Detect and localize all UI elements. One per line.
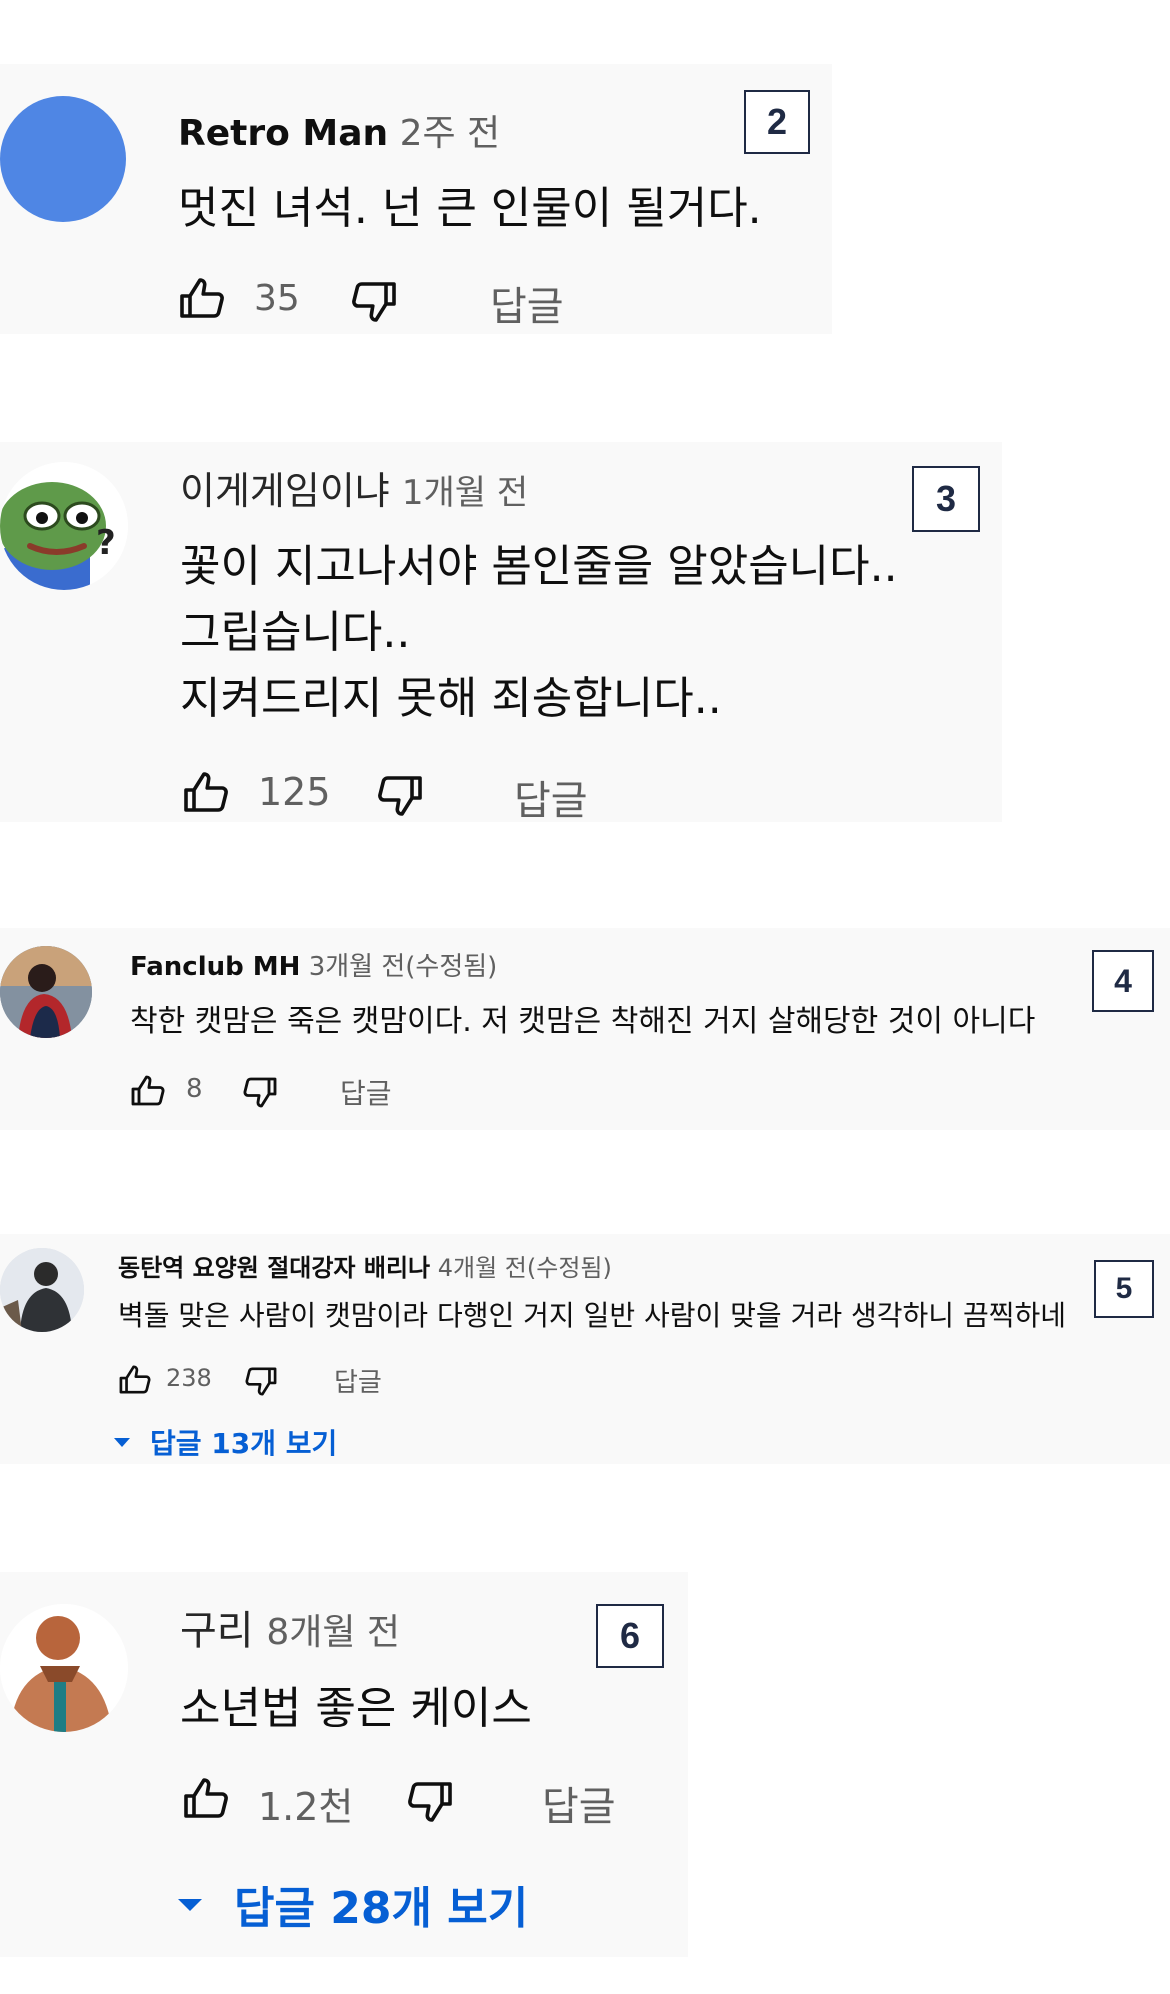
comment-card-2: ? 이게게임이냐 1개월 전 꽃이 지고나서야 봄인줄을 알았습니다.. 그립습… (0, 442, 1002, 822)
like-count: 8 (186, 1074, 203, 1104)
like-button[interactable] (178, 276, 226, 320)
comment-time[interactable]: 3개월 전(수정됨) (309, 952, 498, 982)
comment-author[interactable]: 구리 (180, 1608, 254, 1654)
comment-header: 동탄역 요양원 절대강자 배리나 4개월 전(수정됨) (118, 1248, 612, 1283)
comment-text-line: 지켜드리지 못해 죄송합니다.. (180, 673, 722, 724)
comment-time[interactable]: 2주 전 (400, 113, 501, 154)
annotation-badge: 2 (744, 90, 810, 154)
reply-button[interactable]: 답글 (340, 1072, 392, 1112)
dislike-button[interactable] (406, 1780, 454, 1824)
comment-text-line: 그립습니다.. (180, 607, 411, 658)
thumbs-down-icon (245, 1367, 277, 1396)
like-count: 238 (166, 1364, 212, 1392)
like-button[interactable] (130, 1074, 166, 1107)
comment-card-retro-man: Retro Man 2주 전 멋진 녀석. 넌 큰 인물이 될거다. 35 답글… (0, 64, 832, 334)
like-count: 1.2천 (258, 1785, 354, 1829)
avatar[interactable] (0, 96, 126, 222)
annotation-badge: 3 (912, 466, 980, 532)
view-replies-button[interactable]: 답글 28개 보기 (176, 1872, 528, 1936)
reply-button[interactable]: 답글 (542, 1774, 616, 1832)
view-replies-label: 답글 13개 보기 (150, 1427, 338, 1460)
avatar[interactable] (0, 1248, 84, 1332)
comment-card-fanclub-mh: Fanclub MH 3개월 전(수정됨) 착한 캣맘은 죽은 캣맘이다. 저 … (0, 928, 1170, 1130)
dislike-button[interactable] (350, 280, 398, 324)
caret-down-icon (114, 1438, 130, 1447)
comment-time[interactable]: 4개월 전(수정됨) (438, 1254, 612, 1282)
view-replies-label: 답글 28개 보기 (234, 1883, 529, 1934)
comment-author[interactable]: Retro Man (178, 113, 388, 154)
caret-down-icon (178, 1899, 202, 1911)
comment-text: 꽃이 지고나서야 봄인줄을 알았습니다.. 그립습니다.. 지켜드리지 못해 죄… (180, 534, 898, 732)
comment-author[interactable]: 동탄역 요양원 절대강자 배리나 (118, 1254, 430, 1282)
comment-text: 멋진 녀석. 넌 큰 인물이 될거다. (178, 183, 762, 234)
like-button[interactable] (182, 770, 230, 814)
comment-text: 벽돌 맞은 사람이 캣맘이라 다행인 거지 일반 사람이 맞을 거라 생각하니 … (118, 1299, 1066, 1332)
comment-time[interactable]: 8개월 전 (266, 1612, 400, 1653)
thumbs-down-icon (378, 776, 422, 816)
reply-button[interactable]: 답글 (334, 1362, 382, 1399)
thumbs-up-icon (184, 1778, 228, 1818)
dislike-button[interactable] (242, 1076, 278, 1109)
view-replies-button[interactable]: 답글 13개 보기 (112, 1422, 337, 1462)
reply-button[interactable]: 답글 (490, 274, 564, 332)
figure-avatar-image (0, 1604, 128, 1732)
person-avatar-image (0, 1248, 84, 1332)
like-count: 35 (254, 278, 300, 319)
comment-text: 소년법 좋은 케이스 (180, 1683, 532, 1734)
avatar[interactable] (0, 1604, 128, 1732)
avatar[interactable] (0, 946, 92, 1038)
avatar[interactable]: ? (0, 462, 128, 590)
comment-card-4: 동탄역 요양원 절대강자 배리나 4개월 전(수정됨) 벽돌 맞은 사람이 캣맘… (0, 1234, 1170, 1464)
person-avatar-image (0, 946, 92, 1038)
thumbs-down-icon (408, 1782, 452, 1822)
thumbs-down-icon (243, 1077, 277, 1108)
comment-header: Fanclub MH 3개월 전(수정됨) (130, 946, 497, 983)
dislike-button[interactable] (376, 774, 424, 818)
comment-header: 구리 8개월 전 (180, 1598, 400, 1656)
annotation-badge: 5 (1094, 1260, 1154, 1318)
dislike-button[interactable] (244, 1366, 278, 1397)
thumbs-up-icon (131, 1075, 165, 1106)
comment-author[interactable]: 이게게임이냐 (180, 469, 390, 513)
comment-text-line: 꽃이 지고나서야 봄인줄을 알았습니다.. (180, 541, 898, 592)
annotation-badge: 6 (596, 1604, 664, 1668)
like-button[interactable] (118, 1364, 152, 1395)
comment-header: Retro Man 2주 전 (178, 104, 500, 156)
annotation-badge: 4 (1092, 950, 1154, 1012)
thumbs-up-icon (184, 772, 228, 812)
comment-header: 이게게임이냐 1개월 전 (180, 460, 528, 515)
comment-card-5: 구리 8개월 전 소년법 좋은 케이스 1.2천 답글 답글 28개 보기 6 (0, 1572, 688, 1957)
svg-text:?: ? (96, 523, 116, 563)
thumbs-up-icon (180, 278, 224, 318)
comment-author[interactable]: Fanclub MH (130, 952, 300, 982)
frog-avatar-image: ? (0, 462, 128, 590)
comment-text: 착한 캣맘은 죽은 캣맘이다. 저 캣맘은 착해진 거지 살해당한 것이 아니다 (130, 1004, 1036, 1039)
thumbs-down-icon (352, 282, 396, 322)
comment-time[interactable]: 1개월 전 (402, 473, 528, 513)
like-button[interactable] (182, 1776, 230, 1820)
thumbs-up-icon (119, 1365, 151, 1394)
reply-button[interactable]: 답글 (514, 768, 588, 822)
like-count: 125 (258, 770, 331, 814)
